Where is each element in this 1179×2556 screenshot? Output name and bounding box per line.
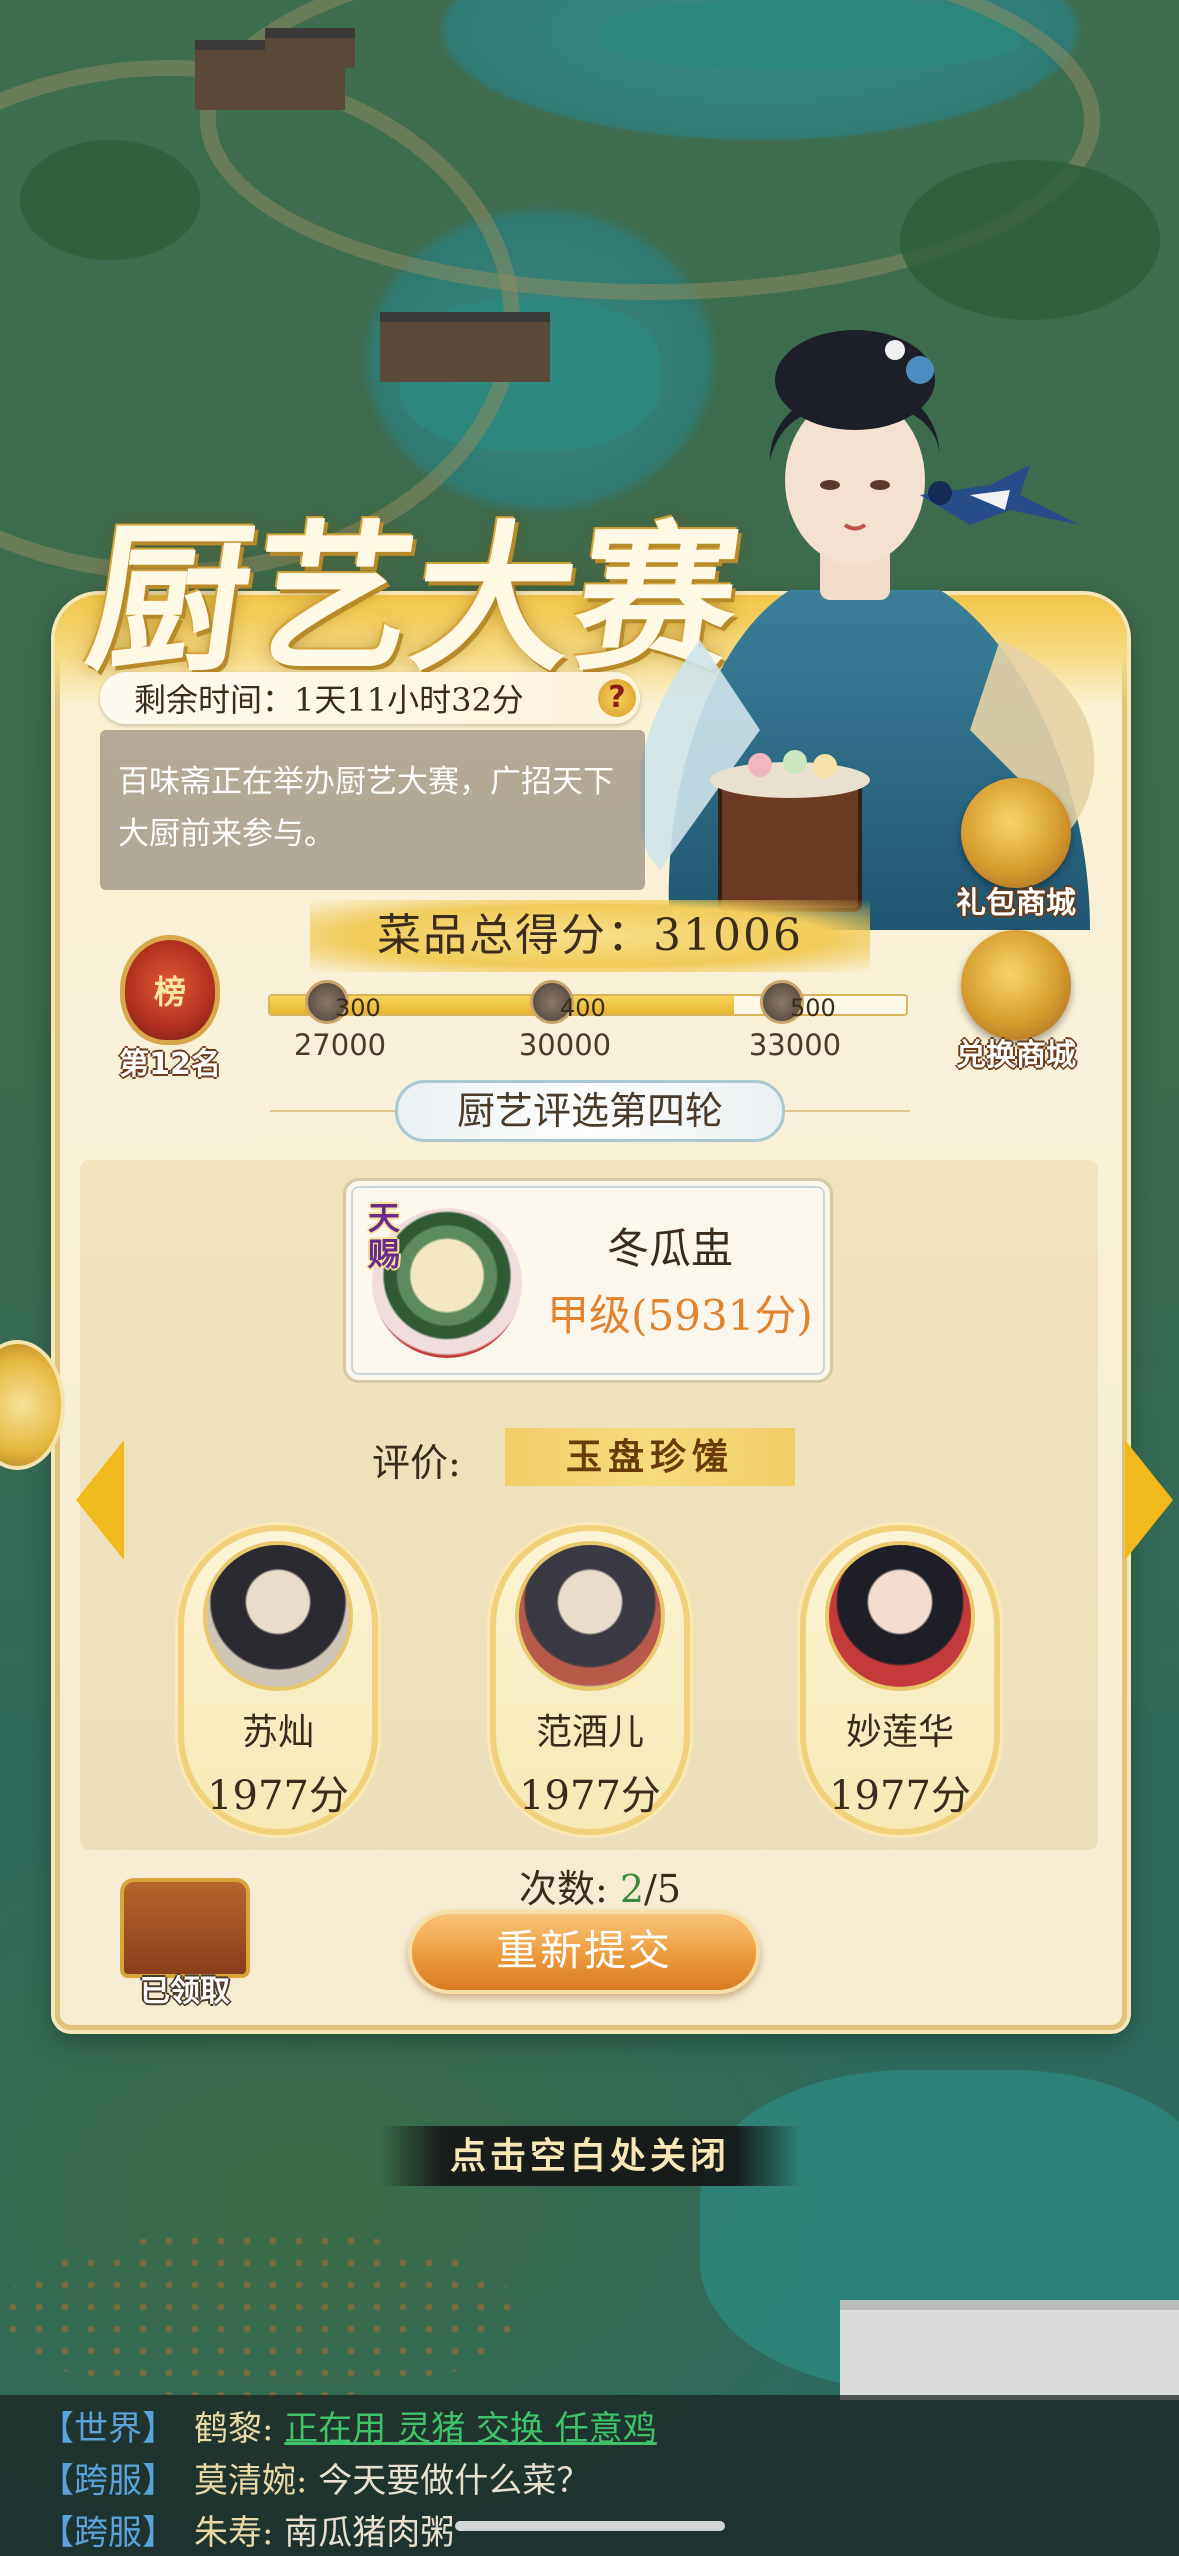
judge-card[interactable]: 范酒儿 1977分 [490,1525,690,1835]
reward-chest[interactable]: 已领取 [115,1878,255,2010]
treasure-chest-icon [120,1878,250,1978]
trees [20,140,200,260]
flower-field [0,2230,520,2400]
resubmit-button[interactable]: 重新提交 [408,1910,760,1994]
remaining-time: 剩余时间：1天11小时32分 [100,672,640,724]
judge-name: 妙莲华 [845,1712,954,1753]
close-hint[interactable]: 点击空白处关闭 [380,2126,800,2186]
chest-status-label: 已领取 [140,1974,230,2009]
building [265,28,355,68]
judge-avatar [203,1541,353,1691]
rating-label: 评价: [372,1441,461,1485]
judge-card[interactable]: 苏灿 1977分 [178,1525,378,1835]
help-icon[interactable]: ? [598,679,636,717]
attempt-label: 次数: [518,1867,608,1911]
judge-score: 1977分 [519,1773,661,1819]
dish-tag: 天赐 [368,1199,401,1273]
previous-arrow-icon[interactable] [76,1440,124,1560]
coin-pavilion-icon [961,930,1071,1040]
judge-avatar [515,1541,665,1691]
chat-feed[interactable]: 【世界】 鹤黎: 正在用 灵猪 交换 任意鸡 【跨服】 莫清婉: 今天要做什么菜？ … [0,2395,1179,2556]
trees [900,160,1160,320]
judge-name: 范酒儿 [535,1712,644,1753]
chat-message: 【跨服】 莫清婉: 今天要做什么菜？ [40,2455,1179,2507]
magpie-illustration [920,465,1080,525]
judge-card[interactable]: 妙莲华 1977分 [800,1525,1000,1835]
event-description: 百味斋正在举办厨艺大赛，广招天下大厨前来参与。 [100,730,645,890]
chat-sender: 鹤黎: [194,2409,274,2449]
milestone-reward-amount: 300 [335,994,381,1022]
chat-sender: 莫清婉: [194,2461,308,2501]
divider [270,1110,395,1112]
milestone-reward-amount: 400 [560,994,606,1022]
building [840,2300,1179,2400]
gift-bag-icon [961,778,1071,888]
dish-name: 冬瓜盅 [606,1224,733,1273]
chat-text: 今天要做什么菜？ [318,2461,591,2501]
chat-message: 【世界】 鹤黎: 正在用 灵猪 交换 任意鸡 [40,2403,1179,2455]
judge-name: 苏灿 [241,1712,314,1753]
chat-sender: 朱寿: [194,2513,274,2553]
rank-label: 第12名 [119,1047,221,1082]
attempt-count: 次数: 2/5 [490,1858,710,1913]
chat-channel: 【跨服】 [40,2461,176,2501]
judge-score: 1977分 [207,1773,349,1819]
dish-grade: 甲级(5931分) [547,1291,813,1340]
judge-score: 1977分 [829,1773,971,1819]
milestone-threshold: 27000 [293,1028,387,1062]
divider [785,1110,910,1112]
attempt-current: 2 [619,1867,645,1911]
leaderboard-button[interactable]: 榜 第12名 [100,935,240,1083]
total-score: 菜品总得分：31006 [310,900,870,972]
gift-shop-button[interactable]: 礼包商城 [946,778,1086,922]
exchange-shop-label: 兑换商城 [956,1038,1076,1073]
chat-channel: 【世界】 [40,2409,176,2449]
milestone-reward-amount: 500 [790,994,836,1022]
chat-trade-link[interactable]: 正在用 灵猪 交换 任意鸡 [284,2409,656,2449]
rating-value: 玉盘珍馐 [505,1428,795,1486]
next-arrow-icon[interactable] [1125,1440,1173,1560]
milestone-threshold: 33000 [748,1028,842,1062]
gift-shop-label: 礼包商城 [956,886,1076,921]
home-indicator[interactable] [455,2521,725,2531]
chat-message: 【跨服】 朱寿: 南瓜猪肉粥 [40,2507,1179,2556]
leaderboard-icon: 榜 [120,935,220,1045]
milestone-threshold: 30000 [518,1028,612,1062]
attempt-total: /5 [644,1867,682,1911]
building [380,312,550,382]
round-banner: 厨艺评选第四轮 [395,1080,785,1142]
chat-text: 南瓜猪肉粥 [284,2513,455,2553]
chat-channel: 【跨服】 [40,2513,176,2553]
judge-avatar [825,1541,975,1691]
exchange-shop-button[interactable]: 兑换商城 [946,930,1086,1074]
